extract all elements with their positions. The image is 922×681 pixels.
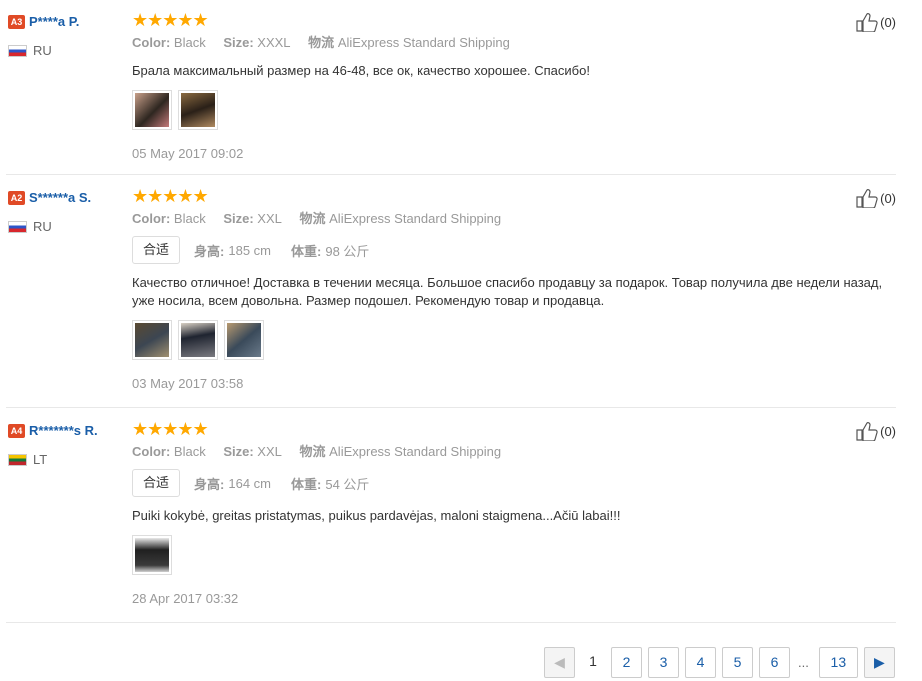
review-body: ★★★★★ Color: Black Size: XXL 物流 AliExpre… [132,419,856,606]
review-photo-thumbnail[interactable] [224,320,264,360]
review-photo-thumbnail[interactable] [132,90,172,130]
color-label: Color: [132,35,171,50]
size-value: XXXL [257,35,291,50]
star-rating: ★★★★★ [132,419,209,439]
review-item: A4 R*******s R. LT ★★★★★ Color: Black Siz… [6,409,896,623]
color-value: Black [173,444,206,459]
color-label: Color: [132,444,171,459]
shipping-value: AliExpress Standard Shipping [337,35,510,50]
shipping-value: AliExpress Standard Shipping [329,444,502,459]
last-page-link[interactable]: 13 [818,647,858,678]
size-label: Size: [223,211,254,226]
weight-label: 体重: [291,476,322,492]
thumbs-up-icon [856,13,878,32]
review-item: A2 S******a S. RU ★★★★★ Color: Black Size… [6,176,896,408]
order-attributes: Color: Black Size: XXL 物流 AliExpress Sta… [132,443,856,461]
color-label: Color: [132,211,171,226]
review-photo-thumbnail[interactable] [178,320,218,360]
weight-value: 54 公斤 [325,476,370,492]
lithuania-flag-icon [8,453,27,466]
reviewer-name[interactable]: R*******s R. [29,423,98,438]
country-code: RU [33,219,52,234]
helpful-button[interactable]: (0) [856,12,896,32]
order-attributes: Color: Black Size: XXXL 物流 AliExpress St… [132,34,856,52]
review-body: ★★★★★ Color: Black Size: XXXL 物流 AliExpr… [132,10,856,161]
review-text: Качество отличное! Доставка в течении ме… [132,275,883,308]
review-text: Брала максимальный размер на 46-48, все … [132,63,590,78]
height-label: 身高: [194,476,225,492]
review-date: 03 May 2017 03:58 [132,376,244,391]
color-value: Black [173,35,206,50]
order-attributes: Color: Black Size: XXL 物流 AliExpress Sta… [132,210,856,228]
chevron-left-icon: ◀ [554,654,565,670]
current-page: 1 [581,647,605,678]
pagination-ellipsis: ... [798,655,809,670]
page-link[interactable]: 3 [648,647,679,678]
reviewer-country: RU [8,219,128,234]
size-label: Size: [223,444,254,459]
review-body: ★★★★★ Color: Black Size: XXL 物流 AliExpre… [132,186,882,391]
reviewer-name[interactable]: P****a P. [29,14,79,29]
shipping-label: 物流 [299,211,326,226]
prev-page-button[interactable]: ◀ [544,647,575,678]
review-photo-thumbnail[interactable] [132,320,172,360]
next-page-button[interactable]: ▶ [863,647,895,678]
buyer-level-badge: A4 [8,423,25,438]
thumbs-up-icon [856,189,878,208]
weight-label: 体重: [291,243,322,259]
star-rating: ★★★★★ [132,186,209,206]
helpful-button[interactable]: (0) [856,188,896,208]
helpful-button[interactable]: (0) [856,421,896,441]
star-rating: ★★★★★ [132,10,209,30]
country-code: LT [33,452,48,467]
review-photo-thumbnail[interactable] [178,90,218,130]
height-label: 身高: [194,243,225,259]
country-code: RU [33,43,52,58]
review-photo-thumbnail[interactable] [132,535,172,575]
review-photos [132,90,856,130]
shipping-value: AliExpress Standard Shipping [329,211,502,226]
color-value: Black [173,211,206,226]
review-date: 28 Apr 2017 03:32 [132,591,239,606]
russia-flag-icon [8,44,27,57]
like-count: (0) [880,190,896,206]
thumbs-up-icon [856,422,878,441]
height-value: 185 cm [228,242,271,258]
shipping-label: 物流 [299,444,326,459]
size-value: XXL [257,444,282,459]
reviewer-country: LT [8,452,128,467]
review-item: A3 P****a P. RU ★★★★★ Color: Black Size: … [6,0,896,175]
buyer-level-badge: A2 [8,190,25,205]
page-link[interactable]: 5 [722,647,753,678]
reviewer-name[interactable]: S******a S. [29,190,91,205]
review-date: 05 May 2017 09:02 [132,146,244,161]
reviewer-info: A3 P****a P. RU [8,13,128,58]
page-link[interactable]: 2 [611,647,642,678]
body-info: 合适 身高: 164 cm 体重: 54 公斤 [132,469,856,497]
page-link[interactable]: 6 [759,647,790,678]
review-photos [132,535,856,575]
russia-flag-icon [8,220,27,233]
fit-badge: 合适 [132,469,181,497]
size-value: XXL [257,211,282,226]
height-value: 164 cm [228,475,271,491]
like-count: (0) [880,14,896,30]
body-info: 合适 身高: 185 cm 体重: 98 公斤 [132,236,856,264]
chevron-right-icon: ▶ [873,654,885,670]
review-text: Puiki kokybė, greitas pristatymas, puiku… [132,508,621,523]
shipping-label: 物流 [308,35,335,50]
reviewer-info: A2 S******a S. RU [8,189,128,234]
fit-badge: 合适 [132,236,181,264]
review-photos [132,320,856,360]
like-count: (0) [880,423,896,439]
size-label: Size: [223,35,254,50]
page-link[interactable]: 4 [685,647,716,678]
pagination: ◀ 1 2 3 4 5 6 ... 13 ▶ [544,647,901,678]
buyer-level-badge: A3 [8,14,25,29]
reviewer-info: A4 R*******s R. LT [8,422,128,467]
reviewer-country: RU [8,43,128,58]
weight-value: 98 公斤 [325,243,370,259]
